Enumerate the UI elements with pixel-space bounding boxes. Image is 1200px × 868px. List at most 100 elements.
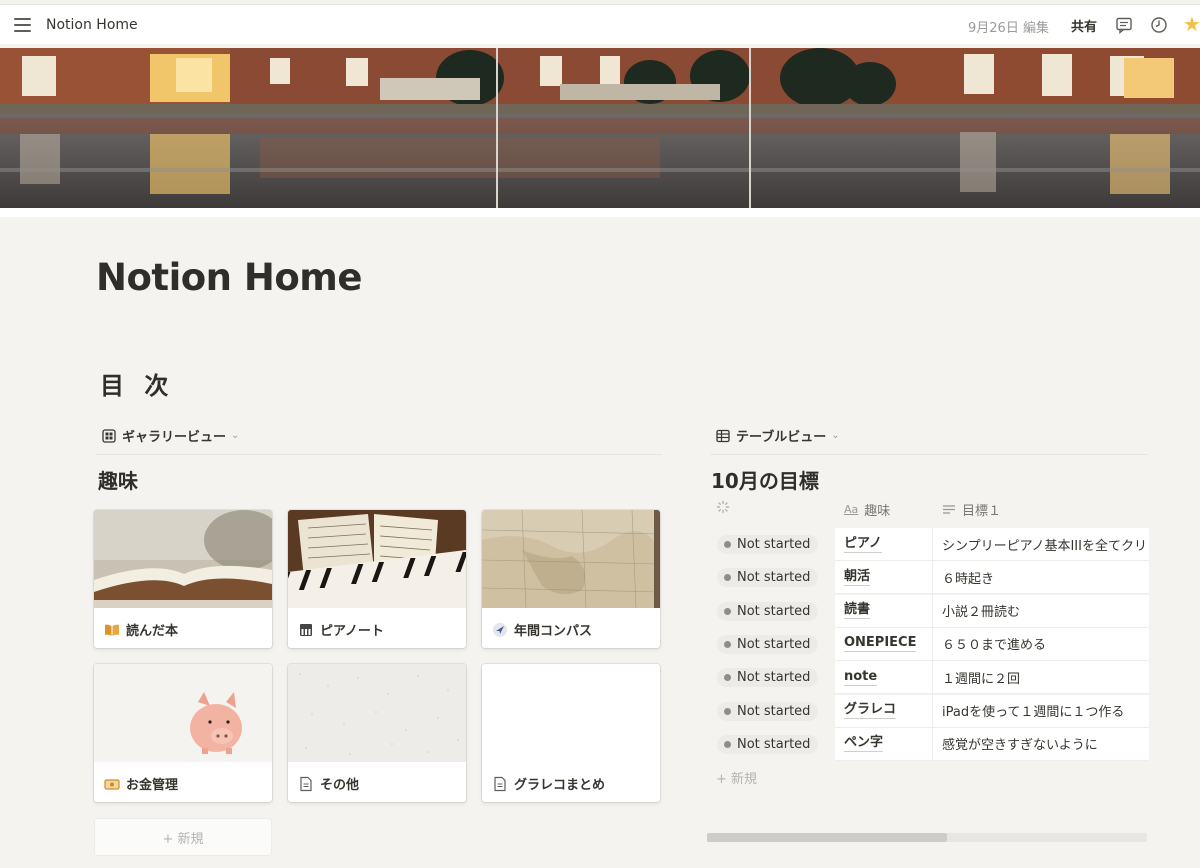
- page-icon: [494, 776, 506, 791]
- card-label: グラレコまとめ: [492, 774, 605, 793]
- status-text: Not started: [737, 570, 811, 586]
- share-button[interactable]: 共有: [1071, 16, 1097, 35]
- goal-cell[interactable]: シンプリーピアノ基本IIIを全てクリ: [933, 528, 1149, 561]
- divider: [710, 454, 1148, 455]
- status-badge[interactable]: Not started: [717, 634, 819, 654]
- table-row[interactable]: Not started note １週間に２回: [709, 661, 1149, 695]
- card-label: お金管理: [104, 774, 178, 793]
- goal-cell[interactable]: 感覚が空きすぎないように: [933, 727, 1149, 761]
- book-icon: [105, 624, 119, 636]
- scrollbar-thumb[interactable]: [707, 833, 947, 842]
- hobby-cell[interactable]: note: [835, 661, 933, 695]
- hobby-cell[interactable]: グラレコ: [835, 694, 933, 728]
- status-cell[interactable]: Not started: [709, 561, 835, 594]
- status-loading-icon: [716, 500, 730, 514]
- horizontal-scrollbar[interactable]: [707, 833, 1147, 842]
- piano-icon: [300, 623, 312, 636]
- status-dot-icon: [724, 541, 731, 548]
- hobby-cell[interactable]: 朝活: [835, 561, 933, 595]
- status-dot-icon: [724, 674, 731, 682]
- status-badge[interactable]: Not started: [717, 535, 819, 554]
- status-badge[interactable]: Not started: [717, 701, 819, 721]
- card-cover-image: [288, 664, 466, 762]
- table-row[interactable]: Not started ONEPIECE ６５０まで進める: [709, 627, 1149, 661]
- table-icon: [716, 429, 730, 442]
- table-row[interactable]: Not started グラレコ iPadを使って１週間に１つ作る: [709, 694, 1149, 728]
- card-label: その他: [298, 774, 359, 793]
- favorite-star-icon[interactable]: ★: [1183, 14, 1200, 34]
- card-title: お金管理: [126, 778, 179, 793]
- gallery-card-graphic-recording[interactable]: グラレコまとめ: [482, 664, 660, 802]
- toc-heading[interactable]: 目 次: [100, 366, 174, 401]
- gallery-card-money[interactable]: お金管理: [94, 664, 272, 802]
- column-title: 目標１: [962, 504, 1002, 519]
- status-dot-icon: [724, 707, 731, 715]
- goal-cell[interactable]: ６時起き: [933, 561, 1149, 595]
- gallery-card-read-books[interactable]: 読んだ本: [94, 510, 272, 648]
- compass-icon: [493, 622, 507, 637]
- card-title: その他: [320, 778, 360, 793]
- table-db-title[interactable]: 10月の目標: [711, 465, 819, 494]
- table-row[interactable]: Not started ペン字 感覚が空きすぎないように: [709, 727, 1149, 761]
- goal-cell[interactable]: 小説２冊読む: [933, 594, 1149, 628]
- card-label: 年間コンパス: [492, 620, 592, 639]
- gallery-view-label: ギャラリービュー: [122, 430, 227, 445]
- column-header-status[interactable]: [716, 500, 730, 514]
- card-title: グラレコまとめ: [514, 778, 606, 793]
- goal-cell[interactable]: １週間に２回: [933, 661, 1149, 695]
- gallery-card-annual-compass[interactable]: 年間コンパス: [482, 510, 660, 648]
- gallery-view-tab[interactable]: ギャラリービュー ⌄: [102, 426, 239, 445]
- history-icon[interactable]: [1150, 16, 1168, 34]
- status-badge[interactable]: Not started: [717, 601, 819, 621]
- card-title: 読んだ本: [126, 624, 179, 639]
- page-icon: [300, 776, 312, 791]
- status-cell[interactable]: Not started: [709, 695, 835, 728]
- status-text: Not started: [737, 636, 811, 652]
- hobby-cell[interactable]: ペン字: [835, 727, 933, 761]
- status-dot-icon: [724, 640, 731, 648]
- status-badge[interactable]: Not started: [717, 734, 819, 754]
- status-dot-icon: [724, 574, 731, 582]
- status-dot-icon: [724, 740, 731, 748]
- table-row[interactable]: Not started 朝活 ６時起き: [709, 561, 1149, 595]
- gallery-card-others[interactable]: その他: [288, 664, 466, 802]
- gallery-card-piano-note[interactable]: ピアノート: [288, 510, 466, 648]
- gallery-new-button[interactable]: + 新規: [94, 818, 272, 856]
- status-cell[interactable]: Not started: [709, 595, 835, 628]
- breadcrumb-page[interactable]: Notion Home: [46, 17, 138, 33]
- card-label: ピアノート: [298, 620, 384, 639]
- table-new-row-button[interactable]: + 新規: [716, 768, 757, 787]
- column-header-goal[interactable]: 目標１: [942, 500, 1001, 519]
- status-badge[interactable]: Not started: [717, 568, 819, 588]
- card-title: 年間コンパス: [514, 624, 593, 639]
- status-cell[interactable]: Not started: [709, 528, 835, 561]
- table-row[interactable]: Not started 読書 小説２冊読む: [709, 594, 1149, 628]
- column-header-hobby[interactable]: Aa 趣味: [844, 500, 890, 519]
- goal-cell[interactable]: ６５０まで進める: [933, 627, 1149, 661]
- divider: [96, 454, 662, 455]
- goal-cell[interactable]: iPadを使って１週間に１つ作る: [933, 694, 1149, 728]
- status-cell[interactable]: Not started: [709, 628, 835, 661]
- status-cell[interactable]: Not started: [709, 661, 835, 694]
- status-badge[interactable]: Not started: [717, 668, 819, 688]
- gallery-db-title[interactable]: 趣味: [98, 465, 138, 494]
- hobby-cell[interactable]: ONEPIECE: [835, 627, 933, 661]
- table-row[interactable]: Not started ピアノ シンプリーピアノ基本IIIを全てクリ: [709, 528, 1149, 561]
- table-view-tab[interactable]: テーブルビュー ⌄: [716, 426, 840, 445]
- hobby-name: グラレコ: [844, 702, 897, 719]
- status-text: Not started: [737, 537, 811, 552]
- hobby-cell[interactable]: 読書: [835, 594, 933, 628]
- comment-icon[interactable]: [1115, 16, 1133, 34]
- gallery-grid-icon: [102, 428, 116, 443]
- text-property-icon: Aa: [844, 503, 859, 516]
- top-bar: Notion Home 9月26日 編集 共有 ★: [0, 4, 1200, 44]
- page-title[interactable]: Notion Home: [96, 256, 362, 299]
- text-lines-icon: [943, 504, 955, 514]
- menu-icon[interactable]: [14, 18, 31, 32]
- card-cover-image: [288, 510, 466, 608]
- table-view-label: テーブルビュー: [736, 430, 827, 445]
- hobby-cell[interactable]: ピアノ: [835, 528, 933, 561]
- status-text: Not started: [737, 603, 811, 619]
- status-cell[interactable]: Not started: [709, 728, 835, 761]
- card-cover-blank: [482, 664, 660, 762]
